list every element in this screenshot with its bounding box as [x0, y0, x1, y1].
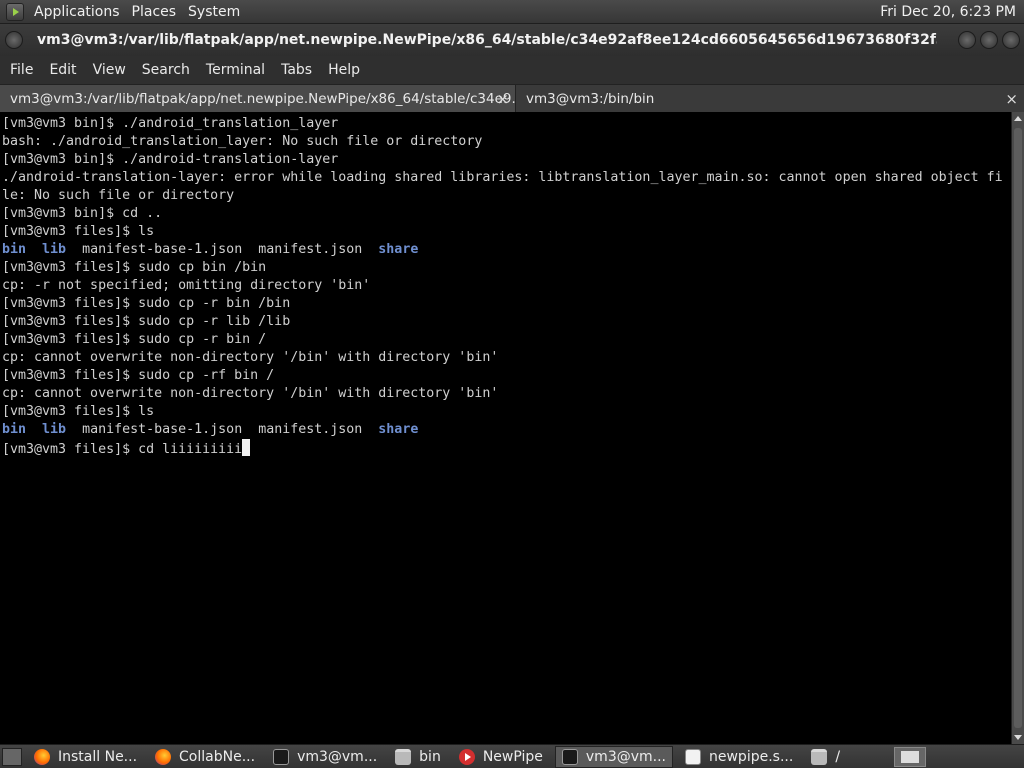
terminal-line: cp: cannot overwrite non-directory '/bin… — [2, 386, 499, 401]
terminal-line: [vm3@vm3 files]$ ls — [2, 404, 155, 419]
window-controls — [958, 31, 1024, 49]
applications-menu[interactable]: Applications — [28, 4, 126, 20]
top-panel: Applications Places System Fri Dec 20, 6… — [0, 0, 1024, 24]
current-command: [vm3@vm3 files]$ cd liiiiiiiii — [2, 442, 243, 457]
task-list: Install Ne... CollabNe... vm3@vm... bin NewP… — [22, 745, 846, 768]
taskbar: Install Ne... CollabNe... vm3@vm... bin NewP… — [0, 744, 1024, 768]
ls-files: manifest-base-1.json manifest.json — [66, 422, 379, 437]
ls-dir-share: share — [378, 422, 419, 437]
ls-dir-bin: bin — [2, 242, 27, 257]
window-menu-icon[interactable] — [5, 31, 23, 49]
workspace-switcher[interactable] — [894, 746, 926, 767]
scroll-up-icon[interactable] — [1014, 116, 1022, 121]
terminal-icon — [561, 748, 578, 765]
close-icon[interactable]: × — [1005, 90, 1018, 108]
ls-output-line: bin lib manifest-base-1.json manifest.js… — [2, 241, 1011, 259]
places-menu[interactable]: Places — [126, 4, 183, 20]
window-title: vm3@vm3:/var/lib/flatpak/app/net.newpipe… — [37, 32, 937, 48]
current-prompt-line: [vm3@vm3 files]$ cd liiiiiiiii — [2, 439, 1011, 459]
menu-edit[interactable]: Edit — [41, 62, 84, 78]
text-cursor — [242, 439, 251, 456]
scrollbar-thumb[interactable] — [1014, 128, 1022, 728]
terminal-line: cp: -r not specified; omitting directory… — [2, 278, 371, 293]
minimize-button[interactable] — [958, 31, 976, 49]
taskbar-button[interactable]: vm3@vm... — [554, 745, 673, 768]
terminal-line: bash: ./android_translation_layer: No su… — [2, 134, 483, 149]
taskbar-label: Install Ne... — [58, 748, 138, 765]
taskbar-button[interactable]: newpipe.s... — [679, 746, 799, 768]
taskbar-button[interactable]: NewPipe — [453, 746, 549, 768]
ls-dir-lib: lib — [42, 242, 67, 257]
terminal-icon — [273, 748, 290, 765]
terminal-line: [vm3@vm3 files]$ sudo cp -r bin /bin — [2, 296, 291, 311]
folder-icon — [395, 748, 412, 765]
tab-label: vm3@vm3:/bin/bin — [526, 90, 655, 107]
terminal-line: [vm3@vm3 files]$ sudo cp bin /bin — [2, 260, 267, 275]
close-icon[interactable]: × — [496, 90, 509, 108]
ls-dir-share: share — [378, 242, 419, 257]
firefox-icon — [34, 748, 50, 765]
system-menu[interactable]: System — [182, 4, 246, 20]
firefox-icon — [155, 748, 172, 765]
taskbar-button[interactable]: bin — [389, 746, 447, 768]
ls-dir-bin: bin — [2, 422, 27, 437]
menu-file[interactable]: File — [2, 62, 41, 78]
taskbar-label: bin — [419, 748, 441, 765]
taskbar-label: vm3@vm... — [297, 748, 378, 765]
text-editor-icon — [685, 748, 701, 765]
ls-dir-lib: lib — [42, 422, 67, 437]
terminal-line: cp: cannot overwrite non-directory '/bin… — [2, 350, 499, 365]
menu-terminal[interactable]: Terminal — [198, 62, 273, 78]
newpipe-icon — [458, 748, 475, 765]
terminal-line: [vm3@vm3 bin]$ cd .. — [2, 206, 163, 221]
scroll-down-icon[interactable] — [1014, 735, 1022, 740]
panel-menus: Applications Places System — [24, 0, 250, 24]
menu-help[interactable]: Help — [320, 62, 368, 78]
applications-menu-icon[interactable] — [6, 2, 24, 21]
show-desktop-button[interactable] — [2, 747, 22, 766]
terminal-line: [vm3@vm3 bin]$ ./android-translation-lay… — [2, 152, 339, 167]
folder-icon — [811, 748, 828, 765]
terminal-output[interactable]: [vm3@vm3 bin]$ ./android_translation_lay… — [0, 112, 1011, 744]
terminal-line: [vm3@vm3 bin]$ ./android_translation_lay… — [2, 116, 339, 131]
menubar: File Edit View Search Terminal Tabs Help — [0, 56, 1024, 84]
menu-tabs[interactable]: Tabs — [273, 62, 320, 78]
tab-bar: vm3@vm3:/var/lib/flatpak/app/net.newpipe… — [0, 84, 1024, 112]
taskbar-button[interactable]: / — [805, 746, 846, 768]
ls-output-line: bin lib manifest-base-1.json manifest.js… — [2, 421, 1011, 439]
terminal-line: le: No such file or directory — [2, 188, 235, 203]
terminal-line: [vm3@vm3 files]$ sudo cp -rf bin / — [2, 368, 275, 383]
menu-view[interactable]: View — [85, 62, 134, 78]
window-titlebar[interactable]: vm3@vm3:/var/lib/flatpak/app/net.newpipe… — [0, 24, 1024, 56]
taskbar-label: CollabNe... — [179, 748, 256, 765]
close-window-button[interactable] — [1002, 31, 1020, 49]
terminal-line: [vm3@vm3 files]$ sudo cp -r bin / — [2, 332, 267, 347]
clock[interactable]: Fri Dec 20, 6:23 PM — [880, 4, 1024, 20]
tab-label: vm3@vm3:/var/lib/flatpak/app/net.newpipe… — [10, 90, 525, 107]
tab-bin-bin[interactable]: vm3@vm3:/bin/bin × — [516, 85, 1024, 112]
ls-files: manifest-base-1.json manifest.json — [66, 242, 379, 257]
taskbar-button[interactable]: Install Ne... — [28, 746, 143, 768]
menu-search[interactable]: Search — [134, 62, 198, 78]
taskbar-label: NewPipe — [482, 748, 543, 765]
taskbar-button[interactable]: vm3@vm... — [267, 746, 383, 768]
tab-newpipe-dir[interactable]: vm3@vm3:/var/lib/flatpak/app/net.newpipe… — [0, 85, 524, 112]
taskbar-label: / — [835, 748, 841, 765]
terminal-line: [vm3@vm3 files]$ ls — [2, 224, 155, 239]
taskbar-label: newpipe.s... — [709, 748, 794, 765]
taskbar-button[interactable]: CollabNe... — [149, 746, 261, 768]
terminal-scrollbar[interactable] — [1011, 112, 1024, 744]
terminal-line: ./android-translation-layer: error while… — [2, 170, 1003, 185]
taskbar-label: vm3@vm... — [585, 748, 666, 765]
maximize-button[interactable] — [980, 31, 998, 49]
terminal-line: [vm3@vm3 files]$ sudo cp -r lib /lib — [2, 314, 291, 329]
